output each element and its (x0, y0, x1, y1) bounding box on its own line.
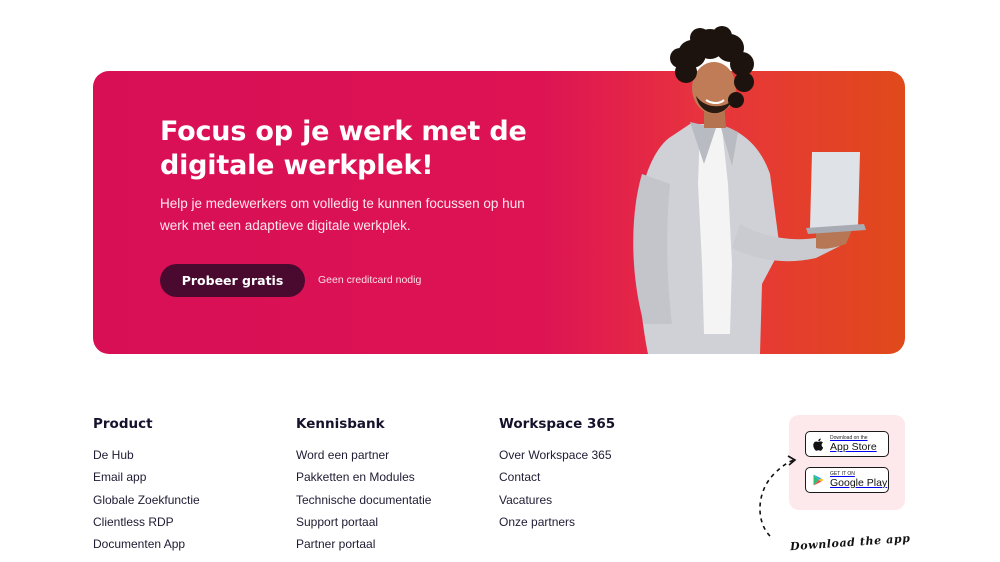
appstore-big-text: App Store (830, 440, 877, 453)
google-play-icon (813, 474, 824, 486)
footer-link-clientless-rdp[interactable]: Clientless RDP (93, 515, 200, 537)
footer-link-vacatures[interactable]: Vacatures (499, 493, 615, 515)
footer-link-pakketten-en-modules[interactable]: Pakketten en Modules (296, 470, 431, 492)
app-store-button[interactable]: Download on the App Store (805, 431, 889, 457)
footer-link-globale-zoekfunctie[interactable]: Globale Zoekfunctie (93, 493, 200, 515)
apple-icon (813, 438, 824, 451)
footer-link-over-workspace365[interactable]: Over Workspace 365 (499, 448, 615, 470)
footer-link-documenten-app[interactable]: Documenten App (93, 537, 200, 559)
hero-subtitle: Help je medewerkers om volledig te kunne… (160, 196, 525, 233)
gplay-big-text: Google Play (830, 476, 888, 489)
no-creditcard-note: Geen creditcard nodig (318, 274, 422, 286)
person-with-laptop-image (633, 26, 866, 354)
footer-heading-workspace365: Workspace 365 (499, 416, 616, 432)
footer-link-technische-documentatie[interactable]: Technische documentatie (296, 493, 431, 515)
google-play-button[interactable]: GET IT ON Google Play (805, 467, 889, 493)
dashed-arrow-icon (759, 455, 797, 537)
download-the-app-note: Download the app (789, 531, 911, 554)
app-download-box: Download on the App Store GET IT ON Goog… (789, 415, 905, 510)
footer-column-product: Product De Hub Email app Globale Zoekfun… (93, 416, 200, 559)
footer-link-de-hub[interactable]: De Hub (93, 448, 200, 470)
gplay-small-text: GET IT ON (830, 470, 855, 477)
footer-link-partner-portaal[interactable]: Partner portaal (296, 537, 431, 559)
hero-title: Focus op je werk met de digitale werkple… (160, 116, 527, 181)
footer-column-workspace365: Workspace 365 Over Workspace 365 Contact… (499, 416, 615, 537)
footer-link-onze-partners[interactable]: Onze partners (499, 515, 615, 537)
footer-link-email-app[interactable]: Email app (93, 470, 200, 492)
footer-heading-product: Product (93, 416, 153, 432)
appstore-small-text: Download on the (830, 434, 868, 441)
try-free-button[interactable]: Probeer gratis (160, 264, 305, 297)
footer-heading-kennisbank: Kennisbank (296, 416, 385, 432)
footer-link-contact[interactable]: Contact (499, 470, 615, 492)
footer-link-support-portaal[interactable]: Support portaal (296, 515, 431, 537)
footer-column-kennisbank: Kennisbank Word een partner Pakketten en… (296, 416, 431, 559)
footer-link-word-een-partner[interactable]: Word een partner (296, 448, 431, 470)
